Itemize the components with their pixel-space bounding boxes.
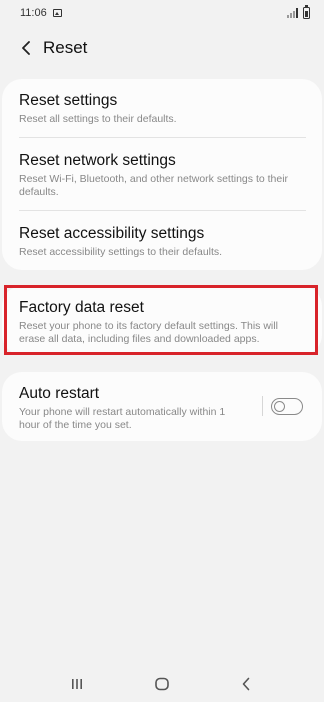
toggle-divider	[262, 396, 263, 416]
divider	[19, 210, 306, 211]
auto-restart-subtitle: Your phone will restart automatically wi…	[19, 406, 226, 431]
navigation-bar	[0, 666, 324, 702]
reset-network-settings-subtitle: Reset Wi-Fi, Bluetooth, and other networ…	[19, 173, 289, 198]
factory-data-reset-title: Factory data reset	[19, 299, 144, 316]
status-bar: 11:06	[0, 0, 324, 26]
status-time: 11:06	[20, 7, 47, 19]
reset-accessibility-settings-item[interactable]: Reset accessibility settings Reset acces…	[19, 224, 306, 259]
back-icon	[242, 677, 250, 691]
chevron-left-icon	[22, 41, 30, 55]
toggle-knob	[273, 400, 285, 412]
factory-data-reset-subtitle: Reset your phone to its factory default …	[19, 320, 278, 345]
reset-settings-title: Reset settings	[19, 92, 118, 109]
status-right	[287, 5, 310, 19]
app-header: Reset	[0, 30, 324, 66]
divider	[19, 137, 306, 138]
status-left: 11:06	[20, 7, 62, 19]
home-icon	[155, 677, 169, 691]
auto-restart-title: Auto restart	[19, 385, 100, 402]
home-button[interactable]	[144, 666, 180, 702]
reset-settings-subtitle: Reset all settings to their defaults.	[19, 113, 177, 125]
reset-accessibility-settings-title: Reset accessibility settings	[19, 225, 205, 242]
page-title: Reset	[43, 38, 88, 57]
auto-restart-item[interactable]: Auto restart Your phone will restart aut…	[19, 384, 247, 432]
auto-restart-toggle[interactable]	[271, 398, 303, 415]
factory-reset-card: Factory data reset Reset your phone to i…	[2, 286, 322, 355]
reset-settings-item[interactable]: Reset settings Reset all settings to the…	[19, 91, 306, 126]
reset-accessibility-settings-subtitle: Reset accessibility settings to their de…	[19, 246, 223, 258]
recents-icon	[72, 679, 82, 689]
back-button[interactable]	[11, 33, 41, 63]
factory-data-reset-item[interactable]: Factory data reset Reset your phone to i…	[19, 298, 306, 346]
signal-icon	[287, 8, 299, 18]
recents-button[interactable]	[59, 666, 95, 702]
image-notification-icon	[52, 9, 62, 17]
reset-network-settings-title: Reset network settings	[19, 152, 176, 169]
reset-network-settings-item[interactable]: Reset network settings Reset Wi-Fi, Blue…	[19, 151, 306, 199]
nav-back-button[interactable]	[228, 666, 264, 702]
battery-icon	[303, 5, 310, 19]
reset-options-card: Reset settings Reset all settings to the…	[2, 79, 322, 270]
